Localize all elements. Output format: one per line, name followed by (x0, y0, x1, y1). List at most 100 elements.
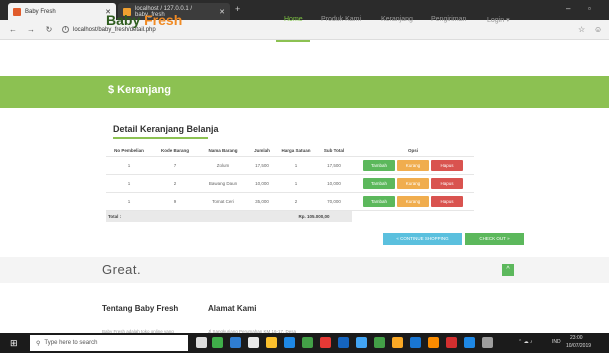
site-header (0, 40, 609, 76)
col-header: No Pembelian (114, 148, 144, 154)
kurang-button[interactable]: Kurang (397, 159, 429, 171)
hapus-button[interactable]: Hapus (431, 159, 463, 171)
footer-about-title: Tentang Baby Fresh (102, 304, 179, 313)
tambah-button[interactable]: Tambah (363, 177, 395, 189)
table-header-row: No Pembelian Kode Barang Nama Barang Jum… (106, 146, 474, 156)
app-icon[interactable] (320, 337, 331, 348)
task-view-icon[interactable] (196, 337, 207, 348)
back-icon[interactable]: ← (8, 25, 18, 34)
col-header: Jumlah (254, 148, 270, 154)
minimize-icon[interactable]: – (566, 4, 570, 13)
cell-no: 1 (106, 191, 152, 210)
nav-login[interactable]: Login ▾ (487, 16, 510, 24)
col-header: Nama Barang (208, 148, 238, 154)
cell-actions: Tambah Kurang Hapus (352, 155, 474, 174)
app-icon[interactable] (338, 337, 349, 348)
info-icon[interactable]: i (62, 26, 69, 33)
hapus-button[interactable]: Hapus (431, 195, 463, 207)
address-bar: ← → ↻ i localhost/baby_fresh/detail.php (0, 20, 609, 40)
app-icon[interactable] (356, 337, 367, 348)
bookmark-star-icon[interactable]: ☆ (578, 25, 585, 34)
cell-nama: Zolum (198, 155, 248, 174)
app-icon[interactable] (266, 337, 277, 348)
title-underline (113, 137, 208, 139)
search-placeholder: Type here to search (44, 340, 98, 346)
browser-tab-strip: Baby Fresh ✕ localhost / 127.0.0.1 / bab… (0, 0, 609, 20)
nav-keranjang[interactable]: Keranjang (381, 16, 413, 23)
col-header: Kode Barang (160, 148, 189, 154)
tray-icons[interactable]: ⌃ ☁ ♪ (518, 339, 532, 345)
windows-start-icon[interactable]: ⊞ (10, 338, 18, 349)
maximize-icon[interactable]: ▫ (588, 4, 591, 13)
total-row: Total : Rp. 105.000,00 (106, 209, 474, 222)
app-icon[interactable] (464, 337, 475, 348)
hapus-button[interactable]: Hapus (431, 177, 463, 189)
close-tab-icon[interactable]: ✕ (219, 8, 225, 16)
kurang-button[interactable]: Kurang (397, 177, 429, 189)
cart-title: Detail Keranjang Belanja (113, 124, 219, 134)
cell-no: 1 (106, 155, 152, 174)
cell-actions: Tambah Kurang Hapus (352, 173, 474, 192)
table-row: 1 2 Bawang Daun 10,000 1 10,000 Tambah Ku… (106, 173, 474, 192)
app-icon[interactable] (482, 337, 493, 348)
taskbar-search[interactable]: ⚲ Type here to search (30, 335, 188, 351)
cell-jumlah: 17,500 (248, 155, 276, 174)
app-icon[interactable] (410, 337, 421, 348)
cell-qty: 1 (276, 155, 316, 174)
active-nav-indicator (276, 40, 310, 42)
windows-taskbar: ⊞ ⚲ Type here to search ⌃ ☁ ♪ IND 23:00 … (0, 333, 609, 353)
forward-icon[interactable]: → (26, 25, 36, 34)
cell-kode: 2 (152, 173, 198, 192)
tambah-button[interactable]: Tambah (363, 195, 395, 207)
nav-produk-kami[interactable]: Produk Kami (321, 16, 361, 23)
scroll-up-icon[interactable]: ^ (502, 264, 514, 276)
cell-actions: Tambah Kurang Hapus (352, 191, 474, 210)
site-logo[interactable]: Baby Fresh (106, 12, 182, 28)
profile-icon[interactable]: ☺ (594, 25, 602, 34)
app-icon[interactable] (446, 337, 457, 348)
cell-subtotal: 70,000 (316, 191, 352, 210)
clock-time[interactable]: 23:00 (570, 335, 583, 341)
tab-label: Baby Fresh (25, 8, 56, 15)
continue-shopping-button[interactable]: « CONTINUE SHOPPING (383, 233, 462, 245)
checkout-button[interactable]: CHECK OUT » (465, 233, 524, 245)
language-indicator[interactable]: IND (552, 339, 561, 345)
cell-subtotal: 10,000 (316, 173, 352, 192)
cell-qty: 1 (276, 173, 316, 192)
total-value: Rp. 105.000,00 (276, 209, 352, 222)
app-icon[interactable] (284, 337, 295, 348)
table-row: 1 7 Zolum 17,500 1 17,500 Tambah Kurang Ha… (106, 155, 474, 174)
app-icon[interactable] (302, 337, 313, 348)
col-header: Opsi (407, 148, 418, 154)
cell-nama: Bawang Daun (198, 173, 248, 192)
kurang-button[interactable]: Kurang (397, 195, 429, 207)
site-favicon-icon (13, 7, 21, 16)
reload-icon[interactable]: ↻ (44, 25, 54, 34)
clock-date[interactable]: 10/07/2019 (566, 343, 591, 349)
cell-qty: 2 (276, 191, 316, 210)
footer-address-title: Alamat Kami (208, 304, 257, 313)
cell-jumlah: 10,000 (248, 173, 276, 192)
cell-jumlah: 35,000 (248, 191, 276, 210)
app-icon[interactable] (392, 337, 403, 348)
banner-title: $ Keranjang (108, 84, 171, 96)
nav-pengiriman[interactable]: Pengiriman (431, 16, 466, 23)
app-icon[interactable] (230, 337, 241, 348)
nav-home[interactable]: Home (284, 16, 303, 23)
col-header: Harga Satuan (281, 148, 311, 154)
great-heading: Great. (102, 262, 142, 277)
cart-table: No Pembelian Kode Barang Nama Barang Jum… (106, 146, 474, 222)
cell-kode: 9 (152, 191, 198, 210)
app-icon[interactable] (248, 337, 259, 348)
new-tab-icon[interactable]: + (235, 4, 240, 14)
browser-tab-active[interactable]: Baby Fresh ✕ (8, 3, 116, 20)
whatsapp-icon[interactable] (374, 337, 385, 348)
great-section (0, 257, 609, 283)
app-icon[interactable] (428, 337, 439, 348)
cell-no: 1 (106, 173, 152, 192)
app-icon[interactable] (212, 337, 223, 348)
table-row: 1 9 Tomat Ceri 35,000 2 70,000 Tambah Kur… (106, 191, 474, 210)
search-icon: ⚲ (36, 340, 41, 347)
cell-kode: 7 (152, 155, 198, 174)
tambah-button[interactable]: Tambah (363, 159, 395, 171)
